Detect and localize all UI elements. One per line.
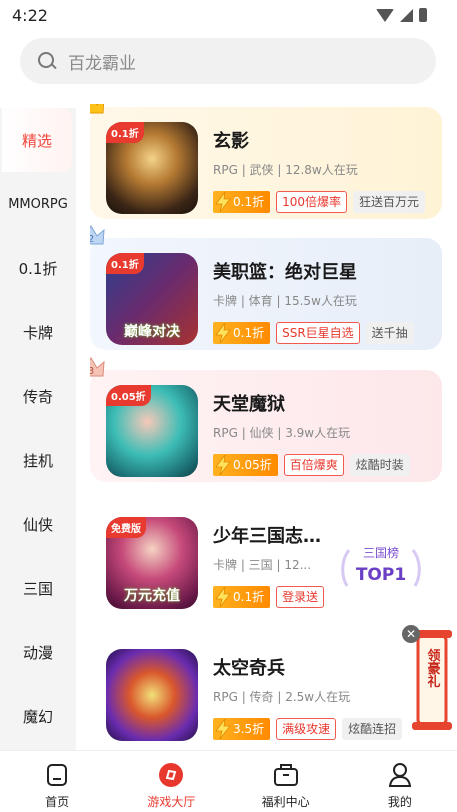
status-icons [376,8,427,22]
game-tags: 3.5折 满级攻速 炫酷连招 [213,718,403,740]
bolt-icon [215,587,231,607]
game-hall-icon [159,763,184,787]
game-title: 太空奇兵 [213,658,285,679]
icon-caption: 万元充值 [124,588,180,604]
tab-game-hall[interactable]: 游戏大厅 [114,751,228,812]
tab-welfare[interactable]: 福利中心 [229,751,343,812]
bolt-icon [215,192,231,212]
perk-tag: 狂送百万元 [353,191,426,213]
game-meta: 卡牌 | 体育 | 15.5w人在玩 [213,294,357,308]
sidebar-item-three-kingdoms[interactable]: 三国 [0,556,76,620]
search-input[interactable]: 百龙霸业 [20,38,436,84]
status-time: 4:22 [12,6,48,25]
game-tags: 0.1折 100倍爆率 狂送百万元 [213,191,426,213]
sidebar-item-legend[interactable]: 传奇 [0,364,76,428]
tab-label: 福利中心 [261,795,310,809]
discount-tag-label: 0.1折 [233,326,265,340]
close-gift-icon[interactable]: ✕ [402,625,420,643]
ranking-label: TOP1 [356,565,406,585]
game-title: 美职篮：绝对巨星 [213,262,357,283]
sidebar-item-discount[interactable]: 0.1折 [0,236,76,300]
crown-rank: 2 [90,234,94,245]
status-bar: 4:22 [0,0,457,32]
game-card[interactable]: 2 0.1折 巅峰对决 美职篮：绝对巨星 卡牌 | 体育 | 15.5w人在玩 … [90,225,442,350]
game-card[interactable]: 太空奇兵 RPG | 传奇 | 2.5w人在玩 3.5折 满级攻速 炫酷连招 [90,634,442,746]
user-icon [388,763,412,787]
ranking-top1-badge[interactable]: 三国榜 TOP1 [337,540,425,594]
tab-home[interactable]: 首页 [0,751,114,812]
tab-profile[interactable]: 我的 [343,751,457,812]
sidebar-item-featured[interactable]: 精选 [2,108,72,172]
tab-label: 我的 [387,795,412,809]
perk-tag: 炫酷连招 [342,718,403,740]
wifi-icon [376,8,394,22]
battery-icon [419,8,427,22]
crown-gold-icon [90,104,106,117]
game-meta: RPG | 仙侠 | 3.9w人在玩 [213,426,351,440]
game-icon[interactable]: 0.1折 [106,122,198,214]
discount-tag: 0.05折 [213,454,278,476]
game-meta: RPG | 传奇 | 2.5w人在玩 [213,690,351,704]
game-tags: 0.1折 SSR巨星自选 送千抽 [213,322,414,344]
game-meta: 卡牌 | 三国 | 12... [213,558,312,572]
bolt-icon [215,455,231,475]
icon-caption: 巅峰对决 [124,324,180,340]
crown-rank: 3 [90,366,94,377]
bottom-tabbar: 首页 游戏大厅 福利中心 我的 [0,750,457,812]
feature-tag: SSR巨星自选 [276,322,360,344]
crown-bronze-icon: 3 [90,356,106,380]
game-meta: RPG | 武侠 | 12.8w人在玩 [213,163,358,177]
sidebar-item-idle[interactable]: 挂机 [0,428,76,492]
game-card[interactable]: 0.1折 玄影 RPG | 武侠 | 12.8w人在玩 0.1折 100倍爆率 … [90,104,442,219]
ranking-title: 三国榜 [363,545,399,560]
signal-icon [400,8,413,22]
search-icon [38,52,56,70]
sidebar-item-xianxia[interactable]: 仙侠 [0,492,76,556]
game-title: 少年三国志… [213,526,321,547]
discount-corner-badge: 0.1折 [106,122,144,143]
bolt-icon [215,323,231,343]
feature-tag: 登录送 [276,586,325,608]
game-title: 玄影 [213,131,249,152]
gift-label: 领豪礼 [425,648,441,689]
feature-tag: 满级攻速 [276,718,337,740]
discount-tag-label: 0.1折 [233,590,265,604]
sidebar-item-mmorpg[interactable]: MMORPG [0,172,76,236]
crown-silver-icon: 2 [90,224,106,248]
perk-tag: 送千抽 [365,322,414,344]
sidebar-item-fantasy[interactable]: 魔幻 [0,684,76,748]
tab-label: 首页 [45,795,70,809]
game-title: 天堂魔狱 [213,394,285,415]
feature-tag: 百倍爆爽 [283,454,344,476]
discount-corner-badge: 0.1折 [106,253,144,274]
game-tags: 0.1折 登录送 [213,586,325,608]
discount-corner-badge: 免费版 [106,517,146,538]
discount-tag: 0.1折 [213,322,271,344]
feature-tag: 100倍爆率 [276,191,347,213]
discount-tag: 0.1折 [213,586,271,608]
game-card[interactable]: 3 0.05折 天堂魔狱 RPG | 仙侠 | 3.9w人在玩 0.05折 百倍… [90,357,442,482]
sidebar-item-anime[interactable]: 动漫 [0,620,76,684]
perk-tag: 炫酷时装 [349,454,410,476]
discount-corner-badge: 0.05折 [106,385,151,406]
discount-tag-label: 0.05折 [233,458,272,472]
discount-tag: 3.5折 [213,718,271,740]
discount-tag-label: 0.1折 [233,195,265,209]
bolt-icon [215,719,231,739]
gift-banner[interactable]: 领豪礼 [408,628,454,732]
game-icon[interactable]: 0.1折 巅峰对决 [106,253,198,345]
game-tags: 0.05折 百倍爆爽 炫酷时装 [213,454,410,476]
search-placeholder: 百龙霸业 [68,53,136,74]
category-sidebar: 精选 MMORPG 0.1折 卡牌 传奇 挂机 仙侠 三国 动漫 魔幻 [0,108,76,750]
sidebar-item-card[interactable]: 卡牌 [0,300,76,364]
home-icon [47,764,68,786]
game-icon[interactable]: 0.05折 [106,385,198,477]
game-list: 0.1折 玄影 RPG | 武侠 | 12.8w人在玩 0.1折 100倍爆率 … [90,104,457,750]
game-icon[interactable] [106,649,198,741]
game-icon[interactable]: 免费版 万元充值 [106,517,198,609]
discount-tag-label: 3.5折 [233,722,265,736]
tab-label: 游戏大厅 [147,795,196,809]
gift-box-icon [273,764,298,786]
discount-tag: 0.1折 [213,191,271,213]
